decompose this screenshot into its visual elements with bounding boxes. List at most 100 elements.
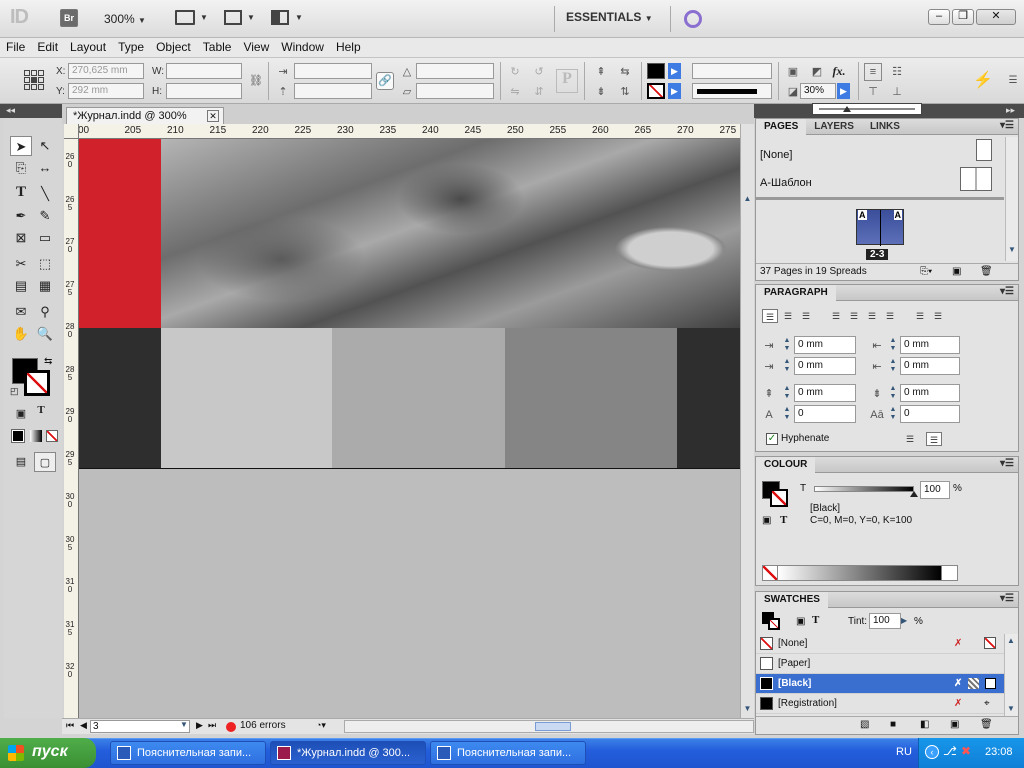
ruler-origin[interactable] [64,124,79,139]
close-tab-icon[interactable]: ✕ [207,110,219,122]
menu-view[interactable]: View [237,38,275,54]
scissors-tool-icon[interactable]: ✂ [10,254,32,274]
flip-vertical-icon[interactable]: ⇵ [530,83,548,101]
space-before-stepper[interactable]: ▲ ▼ [782,385,792,401]
tray-expand-icon[interactable]: ‹ [925,745,939,759]
scroll-down-icon[interactable]: ▼ [1007,704,1015,713]
red-frame[interactable] [79,139,161,328]
hand-tool-icon[interactable]: ✋ [10,324,32,344]
gap-tool-icon[interactable]: ↔ [34,158,56,178]
delete-page-icon[interactable]: 🗑 [980,266,993,277]
rotation-field[interactable] [416,63,494,79]
eyedropper-tool-icon[interactable]: ⚲ [34,302,56,322]
justify-all-icon[interactable]: ☰ [882,309,898,323]
previous-page-icon[interactable]: ◀ [80,720,87,731]
document-canvas[interactable] [79,139,740,718]
right-indent-stepper[interactable]: ▲ ▼ [888,337,898,353]
text-wrap-none-icon[interactable]: ≡ [864,63,882,81]
apply-color-icon[interactable] [11,429,25,443]
panel-menu-icon[interactable]: ▾☰ [1000,120,1014,131]
select-previous-icon[interactable]: ⇆ [616,63,634,81]
stroke-dropdown-icon[interactable]: ▶ [668,83,681,99]
swatch-container-icon[interactable]: ▣ [796,616,805,627]
delete-swatch-icon[interactable]: 🗑 [980,719,993,730]
height-field[interactable] [166,83,242,99]
swap-fill-stroke-icon[interactable]: ⇆ [44,356,52,367]
drop-cap-lines-field[interactable]: 0 [794,405,856,423]
align-bottom-icon[interactable]: ⊥ [888,83,906,101]
show-color-swatches-icon[interactable]: ■ [890,719,896,730]
swatch-row-registration[interactable]: [Registration] ✗ ⌖ [756,694,1018,714]
dark-frame-right[interactable] [677,328,740,468]
scale-x-field[interactable] [294,63,372,79]
selection-tool-icon[interactable]: ➤ [10,136,32,156]
tint-slider-thumb[interactable] [910,491,918,497]
do-not-align-baseline-icon[interactable]: ☰ [902,432,918,446]
maximize-button[interactable]: ❐ [952,9,974,25]
pen-tool-icon[interactable]: ✒ [10,206,32,226]
x-position-field[interactable]: 270,625 mm [68,63,144,79]
align-baseline-grid-icon[interactable]: ☰ [926,432,942,446]
last-line-indent-stepper[interactable]: ▲ ▼ [888,358,898,374]
drop-cap-chars-stepper[interactable]: ▲ ▼ [888,406,898,422]
page-tool-icon[interactable]: ⎘ [10,158,32,178]
select-next-icon[interactable]: ⇅ [616,83,634,101]
last-line-indent-field[interactable]: 0 mm [900,357,960,375]
quick-apply-icon[interactable]: ⚡ [972,72,993,90]
tab-swatches[interactable]: SWATCHES [756,592,828,608]
drop-cap-chars-field[interactable]: 0 [900,405,960,423]
align-left-icon[interactable]: ☰ [762,309,778,323]
close-button[interactable]: ✕ [976,9,1016,25]
right-indent-field[interactable]: 0 mm [900,336,960,354]
constrain-scale-icon[interactable]: 🔗 [376,72,394,90]
shear-field[interactable] [416,83,494,99]
master-none-thumb[interactable] [976,139,992,161]
justify-center-icon[interactable]: ☰ [846,309,862,323]
default-fill-stroke-icon[interactable]: ◰ [10,386,19,397]
colour-ramp[interactable] [762,565,958,581]
flip-horizontal-icon[interactable]: ⇋ [506,83,524,101]
scroll-down-icon[interactable]: ▼ [1008,245,1016,254]
preview-view-icon[interactable]: ▢ [34,452,56,472]
grayscale-photo-frame[interactable] [161,139,740,328]
preflight-errors[interactable]: 106 errors [240,720,286,731]
first-page-icon[interactable]: ⏮ [66,720,74,731]
control-panel-menu-icon[interactable]: ☰ [1004,72,1022,90]
new-page-icon[interactable]: ▣ [952,266,961,277]
text-wrap-box-icon[interactable]: ☷ [888,63,906,81]
width-field[interactable] [166,63,242,79]
colour-container-icon[interactable]: ▣ [762,515,771,526]
vertical-scrollbar[interactable]: ▲ ▼ [740,124,754,718]
panel-menu-icon[interactable]: ▾☰ [1000,458,1014,469]
screen-mode-icon[interactable] [224,10,242,25]
normal-view-icon[interactable]: ▤ [10,452,32,472]
scale-y-field[interactable] [294,83,372,99]
show-all-swatches-icon[interactable]: ▧ [860,719,869,730]
tab-paragraph[interactable]: PARAGRAPH [756,285,836,301]
task-word-2[interactable]: Пояснительная запи... [430,741,586,765]
first-line-indent-field[interactable]: 0 mm [794,357,856,375]
reference-point-icon[interactable] [24,70,44,90]
task-word-1[interactable]: Пояснительная запи... [110,741,266,765]
last-page-icon[interactable]: ⏭ [208,720,216,731]
dark-frame-left[interactable] [79,328,161,468]
scroll-down-icon[interactable]: ▼ [742,704,753,714]
menu-table[interactable]: Table [197,38,238,54]
drop-cap-lines-stepper[interactable]: ▲ ▼ [782,406,792,422]
formatting-text-icon[interactable]: T [30,404,52,424]
space-after-field[interactable]: 0 mm [900,384,960,402]
direct-selection-tool-icon[interactable]: ↖ [34,136,56,156]
zoom-tool-icon[interactable]: 🔍 [34,324,56,344]
apply-gradient-icon[interactable] [30,430,42,442]
workspace-switcher[interactable]: ESSENTIALS ▼ [566,10,653,24]
preflight-menu-icon[interactable]: ◔▾ [316,720,326,731]
show-gradient-swatches-icon[interactable]: ◧ [920,719,929,730]
swatch-row-paper[interactable]: [Paper] [756,654,1018,674]
menu-type[interactable]: Type [112,38,150,54]
left-indent-field[interactable]: 0 mm [794,336,856,354]
scale-y-icon[interactable]: ⇡ [274,83,292,101]
pencil-tool-icon[interactable]: ✎ [34,206,56,226]
swatch-row-black[interactable]: [Black] ✗ [756,674,1018,694]
align-away-spine-icon[interactable]: ☰ [930,309,946,323]
minimize-button[interactable]: – [928,9,950,25]
